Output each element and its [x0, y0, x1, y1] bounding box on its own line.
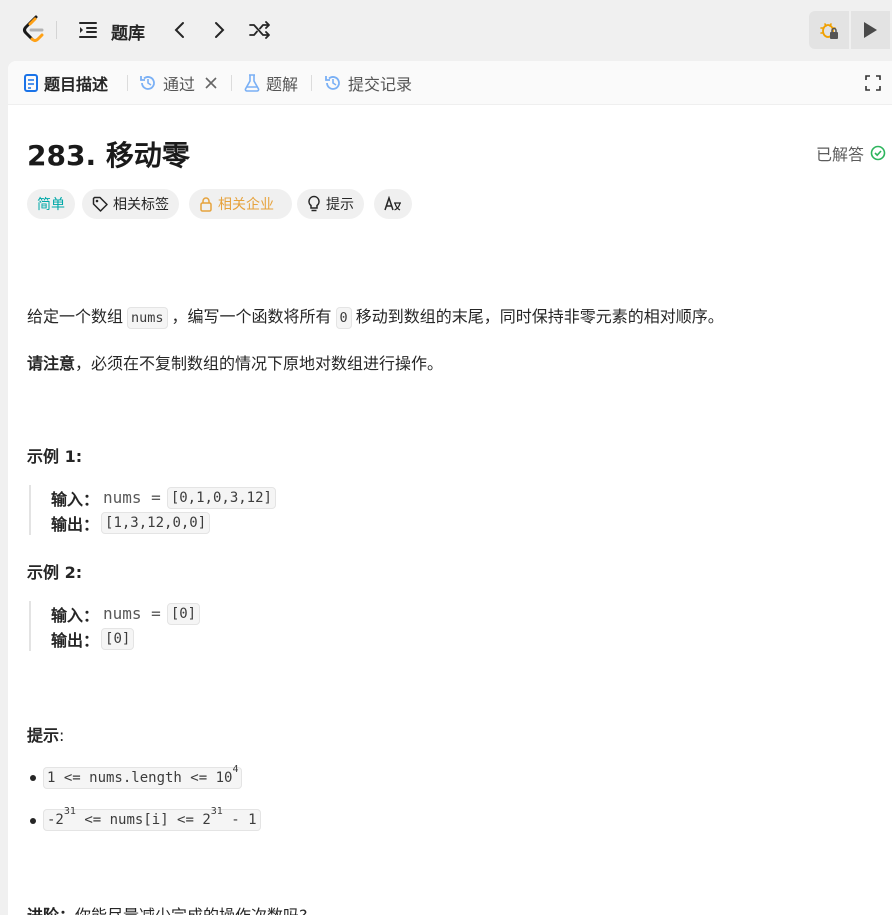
- constraints-title: 提示: [27, 726, 60, 745]
- related-tags-button[interactable]: 相关标签: [82, 189, 179, 219]
- constraint-text: <= nums[i] <= 2: [75, 812, 211, 828]
- history-icon: [139, 74, 157, 92]
- tab-label: 题目描述: [44, 75, 109, 94]
- tab-label: 提交记录: [348, 75, 413, 94]
- note-paragraph: 请注意，必须在不复制数组的情况下原地对数组进行操作。: [27, 350, 443, 374]
- constraint-text: -2: [47, 812, 64, 828]
- list-icon[interactable]: [77, 19, 99, 41]
- output-label: 输出：: [51, 514, 100, 534]
- lock-icon: [199, 196, 213, 212]
- run-controls: [809, 11, 892, 49]
- flask-icon: [244, 74, 260, 92]
- logo-icon[interactable]: [20, 14, 48, 44]
- example-output: 输出： [0]: [51, 626, 204, 651]
- constraints-colon: :: [59, 726, 65, 745]
- note-text: ，必须在不复制数组的情况下原地对数组进行操作。: [75, 354, 444, 373]
- debug-button[interactable]: [809, 11, 849, 49]
- tab-label: 题解: [266, 75, 299, 94]
- play-icon: [864, 22, 878, 38]
- maximize-icon[interactable]: [865, 75, 881, 91]
- bullet: [30, 818, 36, 824]
- inline-code: nums: [127, 307, 168, 329]
- inline-code: 0: [335, 307, 352, 329]
- output-value: [1,3,12,0,0]: [101, 511, 211, 534]
- tab-description[interactable]: 题目描述: [24, 72, 108, 94]
- example-block: 输入： nums = [0] 输出： [0]: [29, 601, 204, 651]
- output-value: [0]: [101, 627, 135, 650]
- solved-label: 已解答: [816, 145, 865, 164]
- description-icon: [24, 74, 38, 92]
- followup-text: 你能尽量减少完成的操作次数吗?: [75, 906, 308, 915]
- superscript: 4: [232, 764, 239, 776]
- constraint-item: -231 <= nums[i] <= 231 - 1: [43, 806, 261, 831]
- tab-bar: 题目描述 通过 题解 提交记录: [8, 61, 892, 105]
- chevron-left-icon[interactable]: [168, 19, 190, 41]
- tag-icon: [92, 196, 108, 212]
- description-paragraph: 给定一个数组 nums ，编写一个函数将所有 0 移动到数组的末尾，同时保持非零元素的相…: [27, 303, 724, 329]
- lightbulb-icon: [307, 195, 321, 213]
- check-circle-icon: [870, 145, 886, 161]
- related-tags-label: 相关标签: [113, 197, 169, 213]
- example-block: 输入： nums = [0,1,0,3,12] 输出： [1,3,12,0,0]: [29, 485, 280, 535]
- difficulty-badge: 简单: [27, 189, 75, 219]
- tab-solutions[interactable]: 题解: [244, 72, 298, 94]
- hint-label: 提示: [326, 197, 354, 213]
- example-heading: 示例 2:: [27, 563, 83, 582]
- input-value: [0]: [166, 602, 201, 625]
- superscript: 31: [63, 806, 76, 818]
- run-button[interactable]: [850, 11, 890, 49]
- tab-accepted[interactable]: 通过: [139, 72, 217, 94]
- translate-icon: [384, 196, 402, 212]
- translate-button[interactable]: [374, 189, 412, 219]
- example-input: 输入： nums = [0]: [51, 601, 204, 626]
- divider: [231, 75, 232, 91]
- tab-label: 通过: [163, 75, 196, 94]
- example-output: 输出： [1,3,12,0,0]: [51, 510, 280, 535]
- bullet: [30, 775, 36, 781]
- input-var: nums =: [103, 604, 161, 623]
- output-label: 输出：: [51, 630, 100, 650]
- input-label: 输入：: [51, 605, 100, 625]
- followup-paragraph: 进阶：你能尽量减少完成的操作次数吗?: [27, 902, 308, 915]
- description-text: ，编写一个函数将所有: [171, 307, 332, 326]
- constraint-text: 1 <= nums.length <= 10: [47, 770, 233, 786]
- constraint-code: -231 <= nums[i] <= 231 - 1: [43, 806, 261, 831]
- input-var: nums =: [103, 488, 161, 507]
- divider: [127, 75, 128, 91]
- input-label: 输入：: [51, 489, 100, 509]
- divider: [56, 21, 57, 39]
- solved-status: 已解答: [816, 141, 886, 165]
- tab-submissions[interactable]: 提交记录: [324, 72, 412, 94]
- superscript: 31: [210, 806, 223, 818]
- problem-bank-title[interactable]: 题库: [111, 19, 145, 44]
- history-icon: [324, 74, 342, 92]
- followup-label: 进阶：: [27, 906, 75, 915]
- input-value: [0,1,0,3,12]: [166, 486, 276, 509]
- top-bar: 题库: [0, 0, 892, 60]
- description-text: 给定一个数组: [27, 307, 124, 326]
- related-companies-button[interactable]: 相关企业: [189, 189, 292, 219]
- close-icon[interactable]: [205, 77, 217, 89]
- description-panel: 题目描述 通过 题解 提交记录 283. 移动零 已解答 简单 相关标签 相关企…: [8, 61, 892, 915]
- description-text: 移动到数组的末尾，同时保持非零元素的相对顺序。: [355, 307, 724, 326]
- problem-title[interactable]: 283. 移动零: [27, 134, 190, 174]
- divider: [311, 75, 312, 91]
- example-input: 输入： nums = [0,1,0,3,12]: [51, 485, 280, 510]
- constraint-code: 1 <= nums.length <= 104: [43, 764, 243, 789]
- debug-locked-icon: [819, 23, 838, 39]
- constraints-heading: 提示:: [27, 722, 64, 746]
- constraint-item: 1 <= nums.length <= 104: [43, 764, 243, 789]
- note-label: 请注意: [27, 354, 76, 373]
- related-companies-label: 相关企业: [218, 197, 274, 213]
- constraint-text: - 1: [222, 812, 257, 828]
- hint-button[interactable]: 提示: [297, 189, 364, 219]
- example-heading: 示例 1:: [27, 447, 83, 466]
- shuffle-icon[interactable]: [248, 19, 272, 41]
- chevron-right-icon[interactable]: [209, 19, 231, 41]
